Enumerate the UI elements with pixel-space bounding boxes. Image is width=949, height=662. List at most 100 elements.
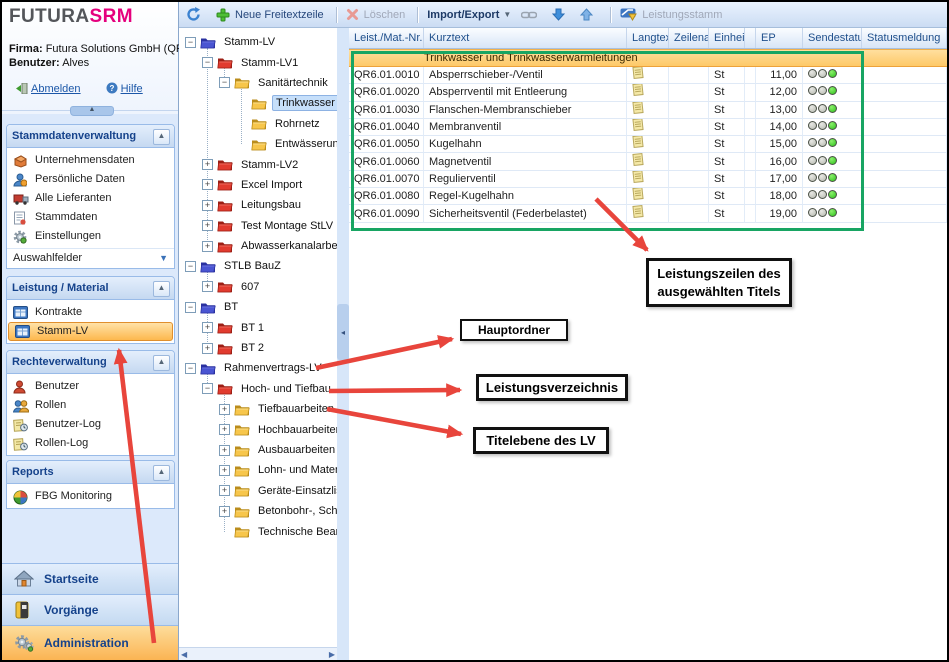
auswahlfelder-dropdown[interactable]: Auswahlfelder ▼ <box>7 248 174 268</box>
help-link[interactable]: ?Hilfe <box>106 83 143 95</box>
column-header-einheit[interactable]: Einheit <box>709 28 745 48</box>
sidebar-item-alle-lieferanten[interactable]: Alle Lieferanten <box>7 189 174 208</box>
column-header-langtext[interactable]: Langtext <box>627 28 669 48</box>
grid-row-QR6.01.0080[interactable]: QR6.01.0080Regel-KugelhahnSt18,00 <box>349 188 947 205</box>
collapse-toggle-icon[interactable]: − <box>185 302 196 313</box>
leistungsstamm-button[interactable]: Leistungsstamm <box>620 8 722 21</box>
collapse-toggle-icon[interactable]: − <box>185 37 196 48</box>
tree-node-sanit-rtechnik[interactable]: −Sanitärtechnik <box>179 73 337 93</box>
logout-link[interactable]: Abmelden <box>16 83 81 95</box>
panel-header-rechteverwaltung[interactable]: Rechteverwaltung ▲ <box>7 351 174 374</box>
column-header-sendestatus[interactable]: Sendestatus <box>803 28 862 48</box>
grid-row-QR6.01.0090[interactable]: QR6.01.0090Sicherheitsventil (Federbelas… <box>349 205 947 222</box>
grid-row-QR6.01.0070[interactable]: QR6.01.0070RegulierventilSt17,00 <box>349 171 947 188</box>
sidebar-item-benutzer[interactable]: Benutzer <box>7 377 174 396</box>
expand-toggle-icon[interactable]: + <box>219 424 230 435</box>
langtext-note-icon[interactable] <box>632 205 644 222</box>
sidebar-item-benutzer-log[interactable]: Benutzer-Log <box>7 415 174 434</box>
grid-row-QR6.01.0060[interactable]: QR6.01.0060MagnetventilSt16,00 <box>349 153 947 170</box>
expand-toggle-icon[interactable]: + <box>219 445 230 456</box>
tree-horizontal-scrollbar[interactable]: ◀ ▶ <box>179 647 337 660</box>
expand-toggle-icon[interactable]: + <box>219 506 230 517</box>
panel-header-leistung-material[interactable]: Leistung / Material ▲ <box>7 277 174 300</box>
sidebar-item-fbg-monitoring[interactable]: FBG Monitoring <box>7 487 174 506</box>
tree-node-stamm-lv1[interactable]: −Stamm-LV1 <box>179 52 337 72</box>
tree-node-hochbauarbeiten[interactable]: +Hochbauarbeiten <box>179 419 337 439</box>
tree-node-hoch-und-tiefbau[interactable]: −Hoch- und Tiefbau <box>179 379 337 399</box>
grid-row-QR6.01.0030[interactable]: QR6.01.0030Flanschen-MembranschieberSt13… <box>349 102 947 119</box>
new-freitextzeile-button[interactable]: Neue Freitextzeile <box>216 8 324 22</box>
grid-title-row[interactable]: Trinkwasser und Trinkwasserwarmleitungen <box>349 49 947 67</box>
tree-node-leitungsbau[interactable]: +Leitungsbau <box>179 195 337 215</box>
expand-toggle-icon[interactable]: + <box>219 465 230 476</box>
nav-vorg-nge[interactable]: Vorgänge <box>2 594 178 625</box>
collapse-icon[interactable]: ▲ <box>153 355 170 371</box>
tree-node-bt-1[interactable]: +BT 1 <box>179 317 337 337</box>
panel-splitter[interactable]: ◂ <box>337 28 349 660</box>
sidebar-item-kontrakte[interactable]: Kontrakte <box>7 303 174 322</box>
grid-row-QR6.01.0040[interactable]: QR6.01.0040MembranventilSt14,00 <box>349 119 947 136</box>
langtext-note-icon[interactable] <box>632 153 644 170</box>
collapse-toggle-icon[interactable]: − <box>202 383 213 394</box>
sidebar-item-einstellungen[interactable]: Einstellungen <box>7 227 174 246</box>
tree-node-stamm-lv[interactable]: −Stamm-LV <box>179 32 337 52</box>
tree-node-betonbohr-schneid[interactable]: +Betonbohr-, Schneid <box>179 501 337 521</box>
nav-startseite[interactable]: Startseite <box>2 563 178 594</box>
nav-administration[interactable]: Administration <box>2 625 178 660</box>
collapse-toggle-icon[interactable]: − <box>185 363 196 374</box>
tree-node-bt[interactable]: −BT <box>179 297 337 317</box>
tree-node-tiefbauarbeiten[interactable]: +Tiefbauarbeiten <box>179 399 337 419</box>
panel-header-reports[interactable]: Reports ▲ <box>7 461 174 484</box>
link-button[interactable] <box>521 10 542 20</box>
grid-row-QR6.01.0010[interactable]: QR6.01.0010Absperrschieber-/VentilSt11,0… <box>349 67 947 84</box>
sidebar-item-rollen[interactable]: Rollen <box>7 396 174 415</box>
tree-node-test-montage-stlv[interactable]: +Test Montage StLV <box>179 216 337 236</box>
expand-toggle-icon[interactable]: + <box>202 159 213 170</box>
tree-node-stamm-lv2[interactable]: +Stamm-LV2 <box>179 154 337 174</box>
grid-row-QR6.01.0020[interactable]: QR6.01.0020Absperrventil mit EntleerungS… <box>349 84 947 101</box>
move-down-button[interactable] <box>552 8 570 21</box>
tree-node-607[interactable]: +607 <box>179 277 337 297</box>
langtext-note-icon[interactable] <box>632 136 644 153</box>
expand-toggle-icon[interactable]: + <box>202 281 213 292</box>
import-export-button[interactable]: Import/Export▼ <box>427 9 511 21</box>
expand-toggle-icon[interactable]: + <box>202 241 213 252</box>
collapse-icon[interactable]: ▲ <box>153 281 170 297</box>
collapse-icon[interactable]: ▲ <box>153 129 170 145</box>
expand-toggle-icon[interactable]: + <box>202 343 213 354</box>
sidebar-item-stammdaten[interactable]: Stammdaten <box>7 208 174 227</box>
tree-node-entw-sserung[interactable]: Entwässerung <box>179 134 337 154</box>
move-up-button[interactable] <box>580 8 598 21</box>
scroll-right-icon[interactable]: ▶ <box>329 650 335 659</box>
tree-node-rahmenvertrags-lv[interactable]: −Rahmenvertrags-LV <box>179 358 337 378</box>
splitter-collapse-icon[interactable]: ◂ <box>337 304 349 360</box>
langtext-note-icon[interactable] <box>632 119 644 136</box>
sidebar-item-stamm-lv[interactable]: Stamm-LV <box>8 322 173 341</box>
tree-node-ausbauarbeiten[interactable]: +Ausbauarbeiten <box>179 440 337 460</box>
column-header-spacer[interactable] <box>745 28 756 48</box>
column-header-zeilenart[interactable]: Zeilenart <box>669 28 709 48</box>
sidebar-item-unternehmensdaten[interactable]: Unternehmensdaten <box>7 151 174 170</box>
column-header-statusmeldung[interactable]: Statusmeldung <box>862 28 947 48</box>
tree-node-excel-import[interactable]: +Excel Import <box>179 175 337 195</box>
collapse-toggle-icon[interactable]: − <box>202 57 213 68</box>
sidebar-item-pers-nliche-daten[interactable]: Persönliche Daten <box>7 170 174 189</box>
expand-toggle-icon[interactable]: + <box>202 322 213 333</box>
delete-button[interactable]: Löschen <box>346 8 406 21</box>
expand-toggle-icon[interactable]: + <box>219 404 230 415</box>
collapse-toggle-icon[interactable]: − <box>219 77 230 88</box>
tree-node-rohrnetz[interactable]: Rohrnetz <box>179 114 337 134</box>
tree-node-technische-bearbeit[interactable]: Technische Bearbeit <box>179 521 337 541</box>
collapse-handle[interactable]: ▲ <box>70 106 114 116</box>
column-header-kurztext[interactable]: Kurztext <box>424 28 627 48</box>
tree-node-trinkwasser-und[interactable]: Trinkwasser und <box>179 93 337 113</box>
langtext-note-icon[interactable] <box>632 188 644 205</box>
refresh-button[interactable] <box>186 7 206 22</box>
panel-header-stammdatenverwaltung[interactable]: Stammdatenverwaltung ▲ <box>7 125 174 148</box>
column-header-ep[interactable]: EP <box>756 28 803 48</box>
expand-toggle-icon[interactable]: + <box>202 220 213 231</box>
langtext-note-icon[interactable] <box>632 84 644 101</box>
tree-node-bt-2[interactable]: +BT 2 <box>179 338 337 358</box>
grid-row-QR6.01.0050[interactable]: QR6.01.0050KugelhahnSt15,00 <box>349 136 947 153</box>
tree-node-ger-te-einsatzliste[interactable]: +Geräte-Einsatzliste <box>179 481 337 501</box>
